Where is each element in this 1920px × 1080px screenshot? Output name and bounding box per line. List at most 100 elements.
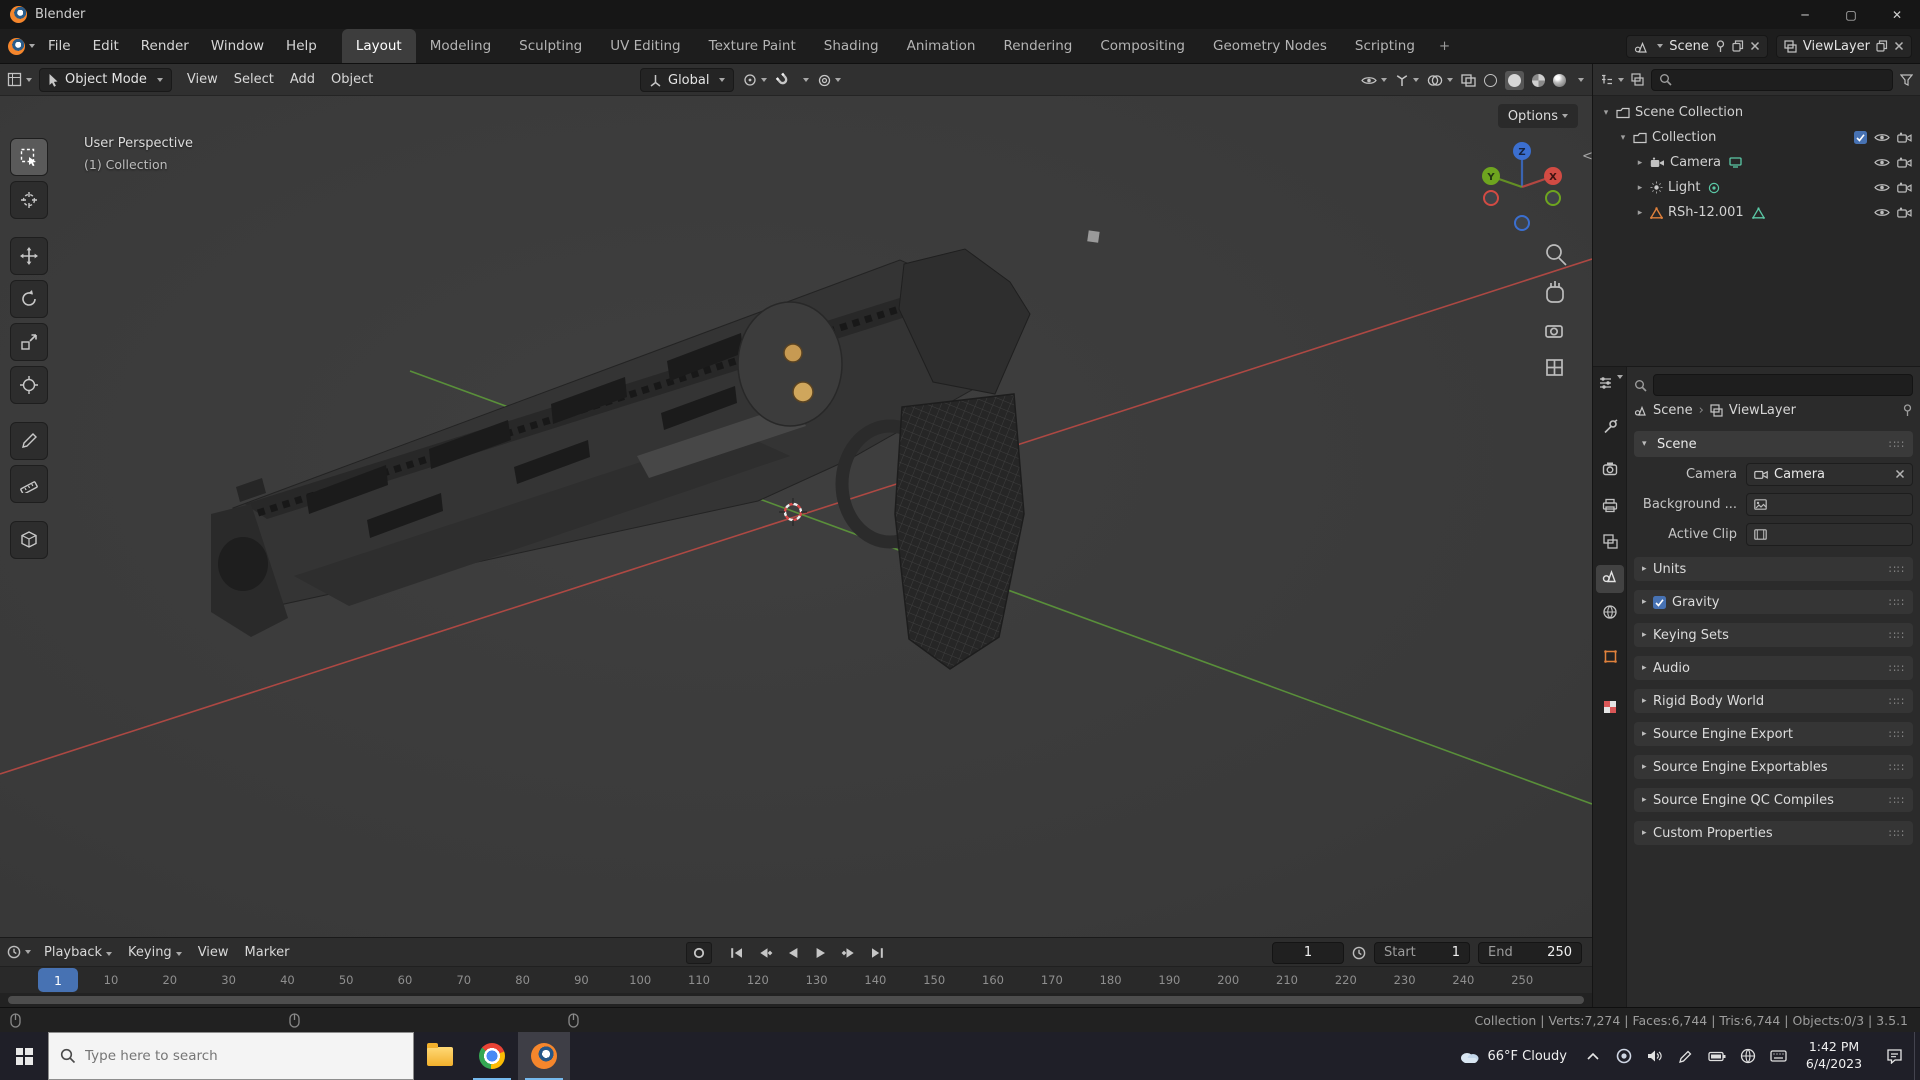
eye-icon[interactable] [1874, 207, 1890, 218]
pin-id-icon[interactable] [1902, 403, 1913, 417]
viewport-menu-view[interactable]: View [179, 72, 226, 87]
section-custom-properties[interactable]: ▸ Custom Properties ∷∷ [1634, 821, 1913, 845]
tray-show-hidden-icons[interactable] [1577, 1032, 1608, 1080]
gizmos-icon[interactable] [1395, 73, 1419, 87]
expand-arrow-icon[interactable]: ▸ [1642, 630, 1653, 640]
outliner-search-input[interactable] [1651, 68, 1893, 91]
tray-speaker-icon[interactable] [1639, 1032, 1670, 1080]
breadcrumb-scene[interactable]: Scene [1653, 403, 1693, 418]
overlays-icon[interactable] [1427, 74, 1453, 87]
taskbar-weather[interactable]: 66°F Cloudy [1447, 1032, 1577, 1080]
breadcrumb-viewlayer[interactable]: ViewLayer [1729, 403, 1796, 418]
field-camera[interactable]: Camera [1746, 462, 1913, 486]
tray-pen-icon[interactable] [1670, 1032, 1701, 1080]
sidebar-collapse-icon[interactable]: < [1582, 149, 1592, 164]
outliner-item-camera[interactable]: ▸ Camera [1593, 150, 1920, 175]
drag-grip-icon[interactable]: ∷∷ [1889, 827, 1905, 840]
workspace-tab-texture-paint[interactable]: Texture Paint [695, 29, 810, 63]
drag-grip-icon[interactable]: ∷∷ [1889, 596, 1905, 609]
jump-to-end-button[interactable] [864, 942, 890, 964]
tab-world-properties[interactable] [1593, 604, 1627, 620]
snap-magnet-icon[interactable] [774, 70, 794, 90]
show-desktop-button[interactable] [1914, 1032, 1920, 1080]
expand-arrow-icon[interactable]: ▸ [1635, 158, 1645, 168]
collapse-arrow-icon[interactable]: ▾ [1618, 133, 1628, 143]
start-button[interactable] [0, 1032, 48, 1080]
previous-keyframe-button[interactable] [752, 942, 778, 964]
expand-arrow-icon[interactable]: ▸ [1642, 828, 1653, 838]
timeline-menu-keying[interactable]: Keying [120, 945, 190, 960]
tray-battery-icon[interactable] [1701, 1032, 1732, 1080]
drag-grip-icon[interactable]: ∷∷ [1889, 662, 1905, 675]
rotate-tool[interactable] [10, 280, 48, 318]
new-scene-icon[interactable] [1732, 40, 1744, 52]
scale-tool[interactable] [10, 323, 48, 361]
orientation-selector[interactable]: Global [640, 68, 735, 92]
expand-arrow-icon[interactable]: ▸ [1642, 663, 1653, 673]
next-keyframe-button[interactable] [836, 942, 862, 964]
search-input[interactable] [85, 1048, 385, 1064]
taskbar-clock[interactable]: 1:42 PM 6/4/2023 [1794, 1032, 1874, 1080]
tab-render-properties[interactable] [1593, 461, 1627, 476]
expand-arrow-icon[interactable]: ▸ [1635, 183, 1645, 193]
show-gizmo-icon[interactable] [1361, 75, 1387, 86]
tab-viewlayer-properties[interactable] [1593, 534, 1627, 549]
render-visibility-icon[interactable] [1897, 157, 1912, 168]
tab-object-properties[interactable] [1593, 649, 1627, 664]
workspace-add-button[interactable]: + [1429, 29, 1460, 63]
minimize-button[interactable]: ─ [1782, 0, 1828, 29]
unlink-scene-icon[interactable] [1750, 41, 1760, 51]
light-object-handle[interactable] [1087, 230, 1100, 243]
editor-type-icon[interactable] [7, 72, 32, 87]
expand-arrow-icon[interactable]: ▸ [1642, 762, 1653, 772]
viewport-menu-select[interactable]: Select [226, 72, 282, 87]
camera-view-icon[interactable] [1545, 325, 1563, 338]
zoom-view-icon[interactable] [1546, 244, 1567, 266]
pin-icon[interactable] [1715, 39, 1726, 53]
timeline-scroll-handle[interactable] [8, 996, 1584, 1004]
outliner-display-mode-icon[interactable] [1631, 73, 1644, 86]
taskbar-file-explorer[interactable] [414, 1032, 466, 1080]
timeline-scrollbar[interactable] [0, 993, 1592, 1007]
filter-funnel-icon[interactable] [1900, 73, 1913, 86]
playhead[interactable]: 1 [38, 968, 78, 992]
section-source-engine-export[interactable]: ▸ Source Engine Export ∷∷ [1634, 722, 1913, 746]
drag-grip-icon[interactable]: ∷∷ [1889, 695, 1905, 708]
shading-dropdown-icon[interactable] [1578, 78, 1584, 82]
frame-start-field[interactable]: Start 1 [1374, 941, 1470, 964]
section-gravity[interactable]: ▸ Gravity ∷∷ [1634, 590, 1913, 614]
render-visibility-icon[interactable] [1897, 132, 1912, 143]
play-reverse-button[interactable] [780, 942, 806, 964]
frame-end-field[interactable]: End 250 [1478, 941, 1582, 964]
workspace-tab-modeling[interactable]: Modeling [416, 29, 505, 63]
tray-keyboard-icon[interactable] [1763, 1032, 1794, 1080]
tab-scene-properties[interactable] [1593, 568, 1627, 583]
options-dropdown[interactable]: Options [1497, 104, 1578, 128]
workspace-tab-uv-editing[interactable]: UV Editing [596, 29, 694, 63]
expand-arrow-icon[interactable]: ▸ [1642, 696, 1653, 706]
render-visibility-icon[interactable] [1897, 182, 1912, 193]
use-preview-range-icon[interactable] [1352, 946, 1366, 960]
expand-arrow-icon[interactable]: ▸ [1642, 795, 1653, 805]
viewport-scene[interactable]: Z Y X < [0, 64, 1592, 937]
properties-editor-icon[interactable] [1593, 375, 1627, 390]
tab-output-properties[interactable] [1593, 498, 1627, 513]
expand-arrow-icon[interactable]: ▸ [1642, 564, 1653, 574]
section-units[interactable]: ▸ Units ∷∷ [1634, 557, 1913, 581]
select-box-tool[interactable] [10, 138, 48, 176]
drag-grip-icon[interactable]: ∷∷ [1889, 629, 1905, 642]
jump-to-start-button[interactable] [724, 942, 750, 964]
play-button[interactable] [808, 942, 834, 964]
menu-help[interactable]: Help [275, 38, 328, 54]
clear-field-icon[interactable] [1895, 469, 1905, 479]
navigation-gizmo[interactable]: Z Y X [1482, 142, 1562, 231]
section-source-engine-qc-compiles[interactable]: ▸ Source Engine QC Compiles ∷∷ [1634, 788, 1913, 812]
scene-panel-header[interactable]: ▾ Scene ∷∷ [1634, 431, 1913, 457]
taskbar-chrome[interactable] [466, 1032, 518, 1080]
gizmo-y-neg[interactable] [1545, 190, 1561, 206]
new-viewlayer-icon[interactable] [1876, 40, 1888, 52]
field-background[interactable] [1746, 492, 1913, 516]
shading-solid-icon[interactable] [1508, 73, 1521, 87]
menu-edit[interactable]: Edit [82, 38, 130, 54]
measure-tool[interactable] [10, 465, 48, 503]
